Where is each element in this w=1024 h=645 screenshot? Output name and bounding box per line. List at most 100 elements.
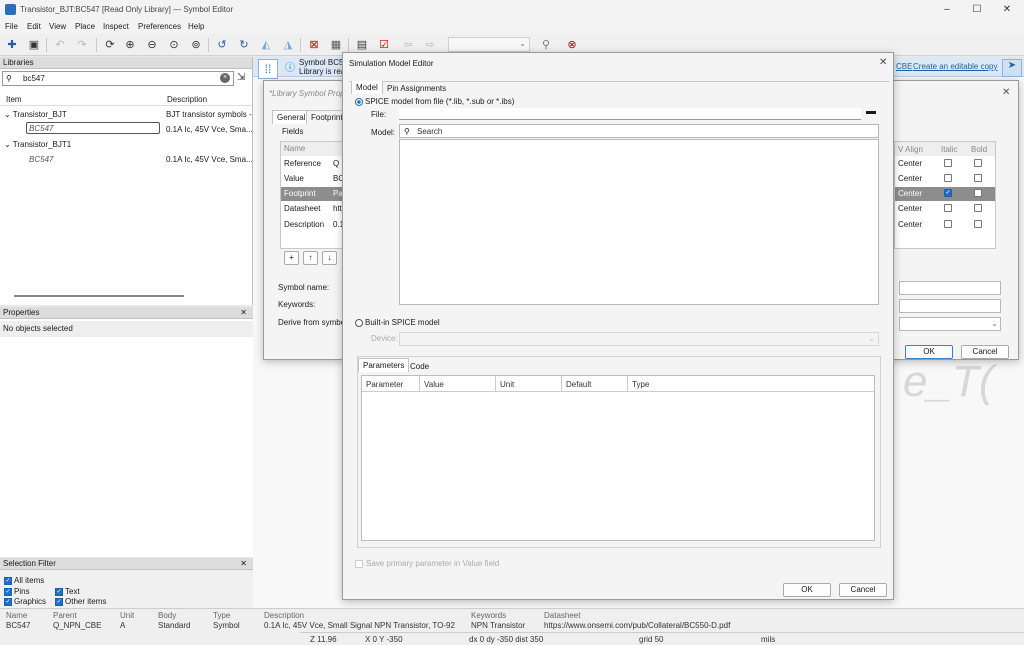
model-list[interactable] (399, 139, 879, 305)
tab-parameters[interactable]: Parameters (358, 358, 410, 372)
save-icon[interactable]: ▣ (26, 37, 42, 53)
datasheet-icon[interactable]: ▤ (354, 37, 370, 53)
unit-next-icon[interactable]: ⇨ (422, 37, 438, 53)
save-primary-checkbox[interactable]: Save primary parameter in Value field (355, 559, 499, 568)
folder-icon[interactable]: ▬ (863, 106, 879, 120)
libprops-cancel-button[interactable]: Cancel (961, 345, 1009, 359)
field-description[interactable]: Description (284, 220, 324, 229)
bold-checkbox[interactable] (974, 159, 982, 167)
filter-other-items[interactable]: ✓ Other items (55, 597, 106, 606)
italic-checkbox[interactable] (944, 220, 952, 228)
tree-item-bc547[interactable]: BC547 (29, 124, 53, 133)
menu-view[interactable]: View (49, 22, 66, 31)
unit-selector[interactable]: ⌄ (448, 37, 530, 52)
new-symbol-icon[interactable]: ✚ (4, 37, 20, 53)
italic-checkbox[interactable] (944, 174, 952, 182)
unit-prev-icon[interactable]: ⇦ (400, 37, 416, 53)
tree-item-bc547-2[interactable]: BC547 (29, 155, 53, 164)
model-search-input[interactable]: ⚲ Search (399, 124, 879, 138)
spice-file-radio[interactable]: SPICE model from file (*.lib, *.sub or *… (355, 97, 514, 106)
redo-icon[interactable]: ↷ (74, 37, 90, 53)
undo-icon[interactable]: ↶ (52, 37, 68, 53)
zoom-fit-icon[interactable]: ⊙ (166, 37, 182, 53)
bottom-datasheet-link[interactable]: https://www.onsemi.com/pub/Collateral/BC… (544, 621, 730, 630)
italic-checkbox[interactable] (944, 159, 952, 167)
tab-model[interactable]: Model (351, 81, 383, 94)
italic-checkbox[interactable] (944, 204, 952, 212)
menu-file[interactable]: File (5, 22, 18, 31)
sim-close-icon[interactable]: ✕ (879, 57, 887, 68)
symbol-check-icon[interactable]: ⊗ (564, 37, 580, 53)
mirror-h-icon[interactable]: ◮ (280, 37, 296, 53)
valign-cell[interactable]: Center (898, 159, 922, 168)
sim-ok-button[interactable]: OK (783, 583, 831, 597)
sim-cancel-button[interactable]: Cancel (839, 583, 887, 597)
builtin-radio[interactable]: Built-in SPICE model (355, 318, 440, 327)
maximize-icon[interactable]: ☐ (970, 3, 984, 17)
col-type: Type (632, 380, 650, 389)
field-footprint[interactable]: Footprint (284, 189, 316, 198)
tab-general[interactable]: General (272, 110, 311, 124)
field-value[interactable]: Value (284, 174, 304, 183)
file-path-input[interactable] (399, 108, 861, 120)
select-tool-icon[interactable]: ➤ (1002, 59, 1022, 77)
close-icon[interactable]: ✕ (1000, 3, 1014, 17)
valign-cell[interactable]: Center (898, 189, 922, 198)
filter-text[interactable]: ✓ Text (55, 587, 80, 596)
rotate-ccw-icon[interactable]: ↺ (214, 37, 230, 53)
mirror-v-icon[interactable]: ◭ (258, 37, 274, 53)
menu-preferences[interactable]: Preferences (138, 22, 181, 31)
filter-all-items[interactable]: ✓ All items (4, 576, 44, 585)
pin-table-icon[interactable]: ⊠ (306, 37, 322, 53)
device-select[interactable]: ⌄ (399, 332, 879, 346)
filter-pins[interactable]: ✓ Pins (4, 587, 30, 596)
menu-help[interactable]: Help (188, 22, 204, 31)
refresh-icon[interactable]: ⟳ (102, 37, 118, 53)
tab-pin-assignments[interactable]: Pin Assignments (383, 82, 450, 95)
symbol-name-field[interactable] (899, 281, 1001, 295)
tree-row[interactable]: ⌄ Transistor_BJT (4, 110, 67, 119)
grid-toggle-icon[interactable]: ⁞⁞ (258, 59, 278, 79)
create-editable-copy-link[interactable]: Create an editable copy (913, 62, 998, 71)
move-up-icon[interactable]: ↑ (303, 251, 318, 265)
minimize-icon[interactable]: – (940, 3, 954, 17)
libprops-close-icon[interactable]: ✕ (1002, 87, 1010, 98)
col-parameter: Parameter (366, 380, 404, 389)
grid-table-icon[interactable]: ▦ (328, 37, 344, 53)
italic-checkbox-checked[interactable]: ✓ (944, 189, 952, 197)
menu-place[interactable]: Place (75, 22, 95, 31)
menu-edit[interactable]: Edit (27, 22, 41, 31)
field-reference-value[interactable]: Q (333, 159, 339, 168)
tree-row[interactable]: ⌄ Transistor_BJT1 (4, 140, 71, 149)
field-datasheet[interactable]: Datasheet (284, 204, 320, 213)
bold-checkbox[interactable] (974, 220, 982, 228)
zoom-in-icon[interactable]: ⊕ (122, 37, 138, 53)
check-symbol-icon[interactable]: ☑ (376, 37, 392, 53)
bold-checkbox[interactable] (974, 189, 982, 197)
properties-title: Properties ✕ (0, 307, 253, 319)
horizontal-scrollbar[interactable] (14, 295, 184, 297)
field-reference[interactable]: Reference (284, 159, 321, 168)
filter-graphics[interactable]: ✓ Graphics (4, 597, 46, 606)
menu-inspect[interactable]: Inspect (103, 22, 129, 31)
filter-icon[interactable]: ⇲ (237, 72, 245, 83)
move-down-icon[interactable]: ↓ (322, 251, 337, 265)
valign-cell[interactable]: Center (898, 220, 922, 229)
properties-panel: Properties ✕ No objects selected (0, 307, 253, 557)
library-search-input[interactable]: ⚲ bc547 × (2, 71, 234, 86)
valign-cell[interactable]: Center (898, 204, 922, 213)
zoom-object-icon[interactable]: ⊚ (188, 37, 204, 53)
bold-checkbox[interactable] (974, 204, 982, 212)
field-datasheet-value[interactable]: htt (333, 204, 342, 213)
bold-checkbox[interactable] (974, 174, 982, 182)
rotate-cw-icon[interactable]: ↻ (236, 37, 252, 53)
zoom-out-icon[interactable]: ⊖ (144, 37, 160, 53)
valign-cell[interactable]: Center (898, 174, 922, 183)
pin-toggle-icon[interactable]: ⚲ (538, 37, 554, 53)
keywords-field[interactable] (899, 299, 1001, 313)
derive-from-select[interactable]: ⌄ (899, 317, 1001, 331)
tab-code[interactable]: Code (406, 360, 433, 373)
clear-search-icon[interactable]: × (220, 73, 230, 83)
add-field-icon[interactable]: + (284, 251, 299, 265)
libprops-ok-button[interactable]: OK (905, 345, 953, 359)
